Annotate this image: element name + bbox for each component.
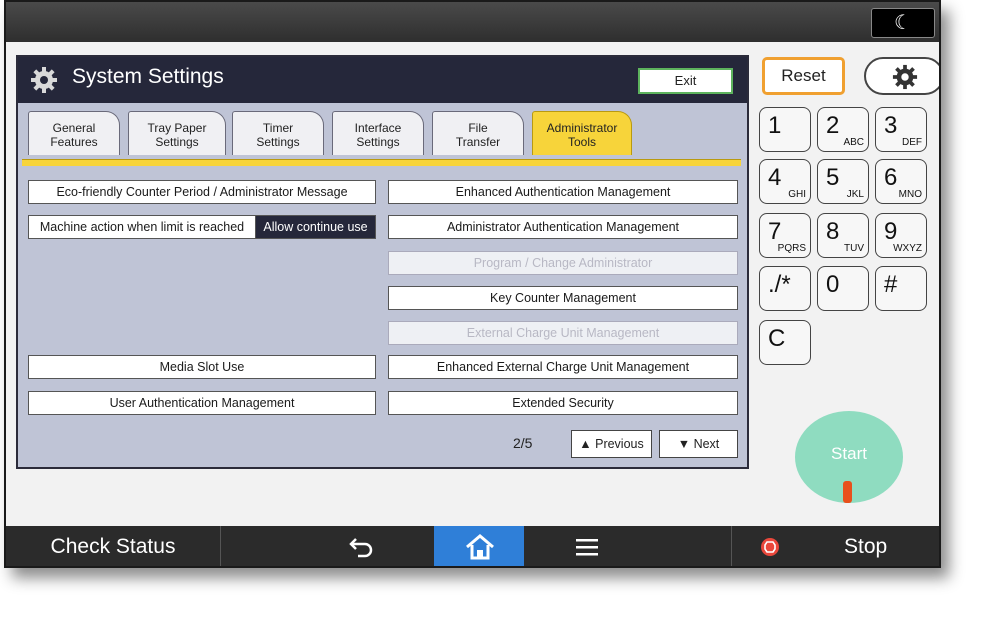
- exit-button[interactable]: Exit: [638, 68, 733, 94]
- tab-label: Settings: [155, 135, 199, 149]
- previous-label: Previous: [595, 437, 644, 451]
- moon-icon[interactable]: ☾: [871, 8, 935, 38]
- panel-header: System Settings Exit: [18, 57, 747, 103]
- back-button[interactable]: [326, 526, 396, 566]
- extended-security-button[interactable]: Extended Security: [388, 391, 738, 415]
- tab-tray-paper-settings[interactable]: Tray Paper Settings: [128, 111, 226, 155]
- machine-action-limit-button[interactable]: Machine action when limit is reached: [28, 215, 256, 239]
- home-button[interactable]: [434, 526, 524, 566]
- top-bar: ☾: [6, 2, 939, 42]
- enhanced-authentication-button[interactable]: Enhanced Authentication Management: [388, 180, 738, 204]
- keypad-key-4[interactable]: 4 GHI: [759, 159, 811, 204]
- tab-label: File: [468, 121, 488, 135]
- bottom-bar: Check Status Stop: [6, 526, 939, 566]
- keypad-key-2[interactable]: 2 ABC: [817, 107, 869, 152]
- triangle-up-icon: ▲: [579, 437, 592, 451]
- external-charge-unit-button[interactable]: External Charge Unit Management: [388, 321, 738, 345]
- page-indicator: 2/5: [513, 435, 533, 451]
- tab-label: Tray Paper: [147, 121, 207, 135]
- stop-icon: [761, 538, 779, 556]
- stop-label: Stop: [844, 535, 888, 558]
- tab-label: Features: [50, 135, 98, 149]
- tab-label: Administrator: [546, 121, 618, 135]
- device-screen: ☾ System Settings Exit General Features …: [4, 0, 941, 568]
- tab-general-features[interactable]: General Features: [28, 111, 120, 155]
- menu-button[interactable]: [551, 526, 621, 566]
- tab-timer-settings[interactable]: Timer Settings: [232, 111, 324, 155]
- keypad-key-7[interactable]: 7 PQRS: [759, 213, 811, 258]
- next-label: Next: [693, 437, 720, 451]
- media-slot-use-button[interactable]: Media Slot Use: [28, 355, 376, 379]
- tab-file-transfer[interactable]: File Transfer: [432, 111, 524, 155]
- home-icon: [466, 534, 494, 560]
- tab-administrator-tools[interactable]: Administrator Tools: [532, 111, 632, 155]
- tab-label: General: [52, 121, 96, 135]
- tab-label: Transfer: [455, 135, 501, 149]
- program-change-administrator-button[interactable]: Program / Change Administrator: [388, 251, 738, 275]
- gear-icon: [31, 67, 57, 93]
- back-arrow-icon: [349, 538, 373, 558]
- tab-label: Settings: [256, 135, 300, 149]
- start-label: Start: [831, 444, 867, 463]
- active-tab-underline: [22, 159, 741, 166]
- tab-label: Interface: [354, 121, 402, 135]
- page-title: System Settings: [72, 65, 224, 88]
- keypad-key-clear[interactable]: C: [759, 320, 811, 365]
- keypad-key-5[interactable]: 5 JKL: [817, 159, 869, 204]
- triangle-down-icon: ▼: [677, 437, 691, 451]
- settings-button[interactable]: [864, 57, 939, 95]
- administrator-authentication-button[interactable]: Administrator Authentication Management: [388, 215, 738, 239]
- gear-icon: [892, 64, 918, 90]
- keypad-key-dot-star[interactable]: ./*: [759, 266, 811, 311]
- key-counter-management-button[interactable]: Key Counter Management: [388, 286, 738, 310]
- check-status-button[interactable]: Check Status: [6, 526, 221, 566]
- start-indicator: [843, 481, 852, 503]
- hamburger-menu-icon: [576, 539, 598, 556]
- keypad-key-3[interactable]: 3 DEF: [875, 107, 927, 152]
- enhanced-external-charge-button[interactable]: Enhanced External Charge Unit Management: [388, 355, 738, 379]
- keypad-key-6[interactable]: 6 MNO: [875, 159, 927, 204]
- tab-label: Settings: [356, 135, 400, 149]
- keypad-key-1[interactable]: 1: [759, 107, 811, 152]
- keypad-key-hash[interactable]: #: [875, 266, 927, 311]
- user-authentication-button[interactable]: User Authentication Management: [28, 391, 376, 415]
- tab-interface-settings[interactable]: Interface Settings: [332, 111, 424, 155]
- keypad-key-9[interactable]: 9 WXYZ: [875, 213, 927, 258]
- keypad-key-0[interactable]: 0: [817, 266, 869, 311]
- eco-friendly-counter-button[interactable]: Eco-friendly Counter Period / Administra…: [28, 180, 376, 204]
- tab-label: Tools: [567, 135, 596, 149]
- tab-label: Timer: [262, 121, 294, 135]
- reset-button[interactable]: Reset: [762, 57, 845, 95]
- previous-button[interactable]: ▲ Previous: [571, 430, 652, 458]
- machine-action-value[interactable]: Allow continue use: [255, 215, 376, 239]
- stop-button[interactable]: Stop: [731, 526, 939, 566]
- keypad-key-8[interactable]: 8 TUV: [817, 213, 869, 258]
- start-button[interactable]: Start: [795, 411, 903, 503]
- tab-bar: General Features Tray Paper Settings Tim…: [18, 103, 747, 161]
- system-settings-panel: System Settings Exit General Features Tr…: [16, 55, 749, 469]
- next-button[interactable]: ▼ Next: [659, 430, 738, 458]
